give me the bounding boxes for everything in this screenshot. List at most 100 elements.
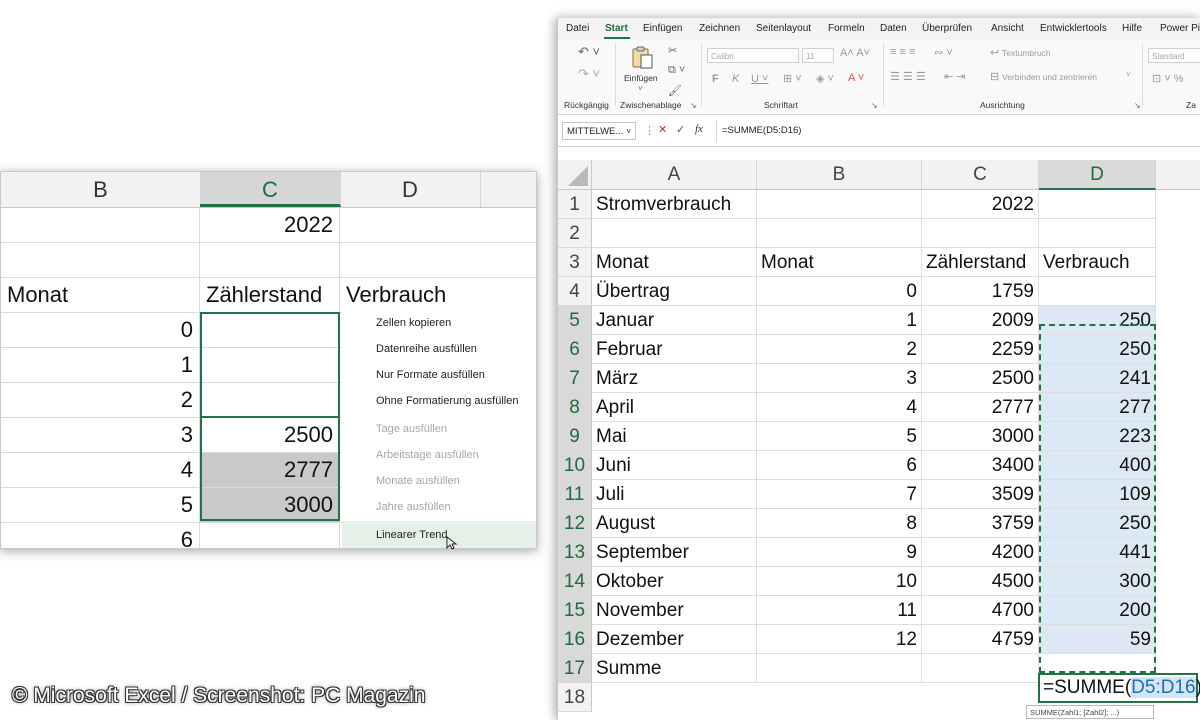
cell-d10[interactable]: 400 (1039, 451, 1156, 480)
cell-b5[interactable]: 1 (757, 306, 922, 335)
cell-b1[interactable] (757, 190, 922, 219)
cell-c17[interactable] (922, 654, 1039, 683)
row-header-17[interactable]: 17 (558, 654, 592, 683)
row-header-5[interactable]: 5 (558, 306, 592, 335)
indent-icon[interactable]: ⇤ ⇥ (944, 70, 966, 83)
row-header-18[interactable]: 18 (558, 683, 592, 712)
cell-b11[interactable]: 7 (757, 480, 922, 509)
paste-label[interactable]: Einfügen (624, 73, 658, 83)
cell-c2[interactable] (922, 219, 1039, 248)
cell-c3[interactable]: Zählerstand (922, 248, 1039, 277)
merge-center-button[interactable]: Verbinden und zentrieren (1002, 72, 1097, 82)
cell-header-zaehlerstand[interactable]: Zählerstand (200, 278, 340, 312)
enter-icon[interactable]: ✓ (676, 123, 685, 136)
cell-a12[interactable]: August (592, 509, 757, 538)
cell-b17[interactable] (757, 654, 922, 683)
cell-a7[interactable]: März (592, 364, 757, 393)
cell-b16[interactable]: 12 (757, 625, 922, 654)
cell-c4[interactable]: 1759 (922, 277, 1039, 306)
cell-zaehlerstand[interactable]: 2500 (200, 418, 340, 452)
tab-entwicklertools[interactable]: Entwicklertools (1040, 18, 1107, 40)
wrap-text-button[interactable]: Textumbruch (1002, 48, 1051, 58)
tab-daten[interactable]: Daten (880, 18, 907, 40)
column-header-e[interactable] (1156, 160, 1200, 190)
cell-d8[interactable]: 277 (1039, 393, 1156, 422)
cell-a17[interactable]: Summe (592, 654, 757, 683)
redo-icon[interactable]: ↷ ˅ (578, 66, 600, 82)
cell-b[interactable] (1, 243, 200, 277)
cell-b12[interactable]: 8 (757, 509, 922, 538)
cell-c7[interactable]: 2500 (922, 364, 1039, 393)
borders-icon[interactable]: ⊞ ˅ (783, 72, 802, 85)
cell-d12[interactable]: 250 (1039, 509, 1156, 538)
row-header-3[interactable]: 3 (558, 248, 592, 277)
more-options-icon[interactable]: ⋮ (644, 124, 655, 137)
cell-a2[interactable] (592, 219, 757, 248)
tab-seitenlayout[interactable]: Seitenlayout (756, 18, 811, 40)
cell-c14[interactable]: 4500 (922, 567, 1039, 596)
tab-ueberpruefen[interactable]: Überprüfen (922, 18, 972, 40)
column-header-a[interactable]: A (592, 160, 757, 190)
menu-item-linearer-trend[interactable]: Linearer Trend (376, 529, 448, 541)
name-box[interactable]: MITTELWE... ˅ (562, 122, 636, 140)
cell-c8[interactable]: 2777 (922, 393, 1039, 422)
row-header-14[interactable]: 14 (558, 567, 592, 596)
cell-d15[interactable]: 200 (1039, 596, 1156, 625)
menu-item-monate[interactable]: Monate ausfüllen (376, 475, 460, 487)
cell-zaehlerstand[interactable]: 3000 (200, 488, 340, 522)
cell-b15[interactable]: 11 (757, 596, 922, 625)
tab-ansicht[interactable]: Ansicht (991, 18, 1024, 40)
bold-icon[interactable]: F (712, 73, 719, 85)
dialog-launcher-icon[interactable]: ↘ (690, 101, 697, 110)
cell-c1[interactable]: 2022 (922, 190, 1039, 219)
cell-c11[interactable]: 3509 (922, 480, 1039, 509)
name-box-dropdown-icon[interactable]: ˅ (626, 123, 631, 141)
grow-font-icon[interactable]: A˄ A˅ (840, 47, 870, 59)
cell-b9[interactable]: 5 (757, 422, 922, 451)
cell-c12[interactable]: 3759 (922, 509, 1039, 538)
cell-a6[interactable]: Februar (592, 335, 757, 364)
cell-monat[interactable]: 3 (1, 418, 200, 452)
paste-icon[interactable] (630, 45, 654, 69)
column-header-b[interactable]: B (757, 160, 922, 190)
cell-b3[interactable]: Monat (757, 248, 922, 277)
cell-b4[interactable]: 0 (757, 277, 922, 306)
menu-item-tage[interactable]: Tage ausfüllen (376, 423, 447, 435)
cell-a13[interactable]: September (592, 538, 757, 567)
cell-a16[interactable]: Dezember (592, 625, 757, 654)
cell-b[interactable] (1, 208, 200, 242)
cell-b14[interactable]: 10 (757, 567, 922, 596)
cell-c10[interactable]: 3400 (922, 451, 1039, 480)
menu-item-ohne-formatierung[interactable]: Ohne Formatierung ausfüllen (376, 395, 518, 407)
number-format-select[interactable]: Standard (1148, 48, 1200, 63)
tab-einfuegen[interactable]: Einfügen (643, 18, 682, 40)
cell-a3[interactable]: Monat (592, 248, 757, 277)
cell-a5[interactable]: Januar (592, 306, 757, 335)
merge-icon[interactable]: ⊟ (990, 70, 999, 83)
cell-year[interactable]: 2022 (200, 208, 340, 242)
row-header-8[interactable]: 8 (558, 393, 592, 422)
cell-zaehlerstand[interactable] (200, 348, 340, 382)
menu-item-zellen-kopieren[interactable]: Zellen kopieren (376, 317, 451, 329)
cell-a15[interactable]: November (592, 596, 757, 625)
cell-a11[interactable]: Juli (592, 480, 757, 509)
cell-c15[interactable]: 4700 (922, 596, 1039, 625)
copy-icon[interactable]: ⧉ ˅ (668, 64, 685, 77)
cell-d16[interactable]: 59 (1039, 625, 1156, 654)
row-header-16[interactable]: 16 (558, 625, 592, 654)
cell-monat[interactable]: 2 (1, 383, 200, 417)
currency-icon[interactable]: ⊡ ˅ % (1152, 72, 1184, 85)
font-size-select[interactable]: 11 (802, 48, 834, 63)
cell-b7[interactable]: 3 (757, 364, 922, 393)
cell-header-verbrauch[interactable]: Verbrauch (340, 278, 480, 312)
cell-zaehlerstand[interactable] (200, 523, 340, 548)
row-header-13[interactable]: 13 (558, 538, 592, 567)
formula-input[interactable]: =SUMME(D5:D16) (716, 120, 1200, 142)
tab-power-pivot[interactable]: Power Pivot (1160, 18, 1200, 40)
cell-monat[interactable]: 0 (1, 313, 200, 347)
font-color-icon[interactable]: A ˅ (848, 72, 864, 84)
cell-a9[interactable]: Mai (592, 422, 757, 451)
cell-monat[interactable]: 1 (1, 348, 200, 382)
active-cell-editor[interactable]: =SUMME(D5:D16) (1038, 673, 1200, 703)
row-header-2[interactable]: 2 (558, 219, 592, 248)
